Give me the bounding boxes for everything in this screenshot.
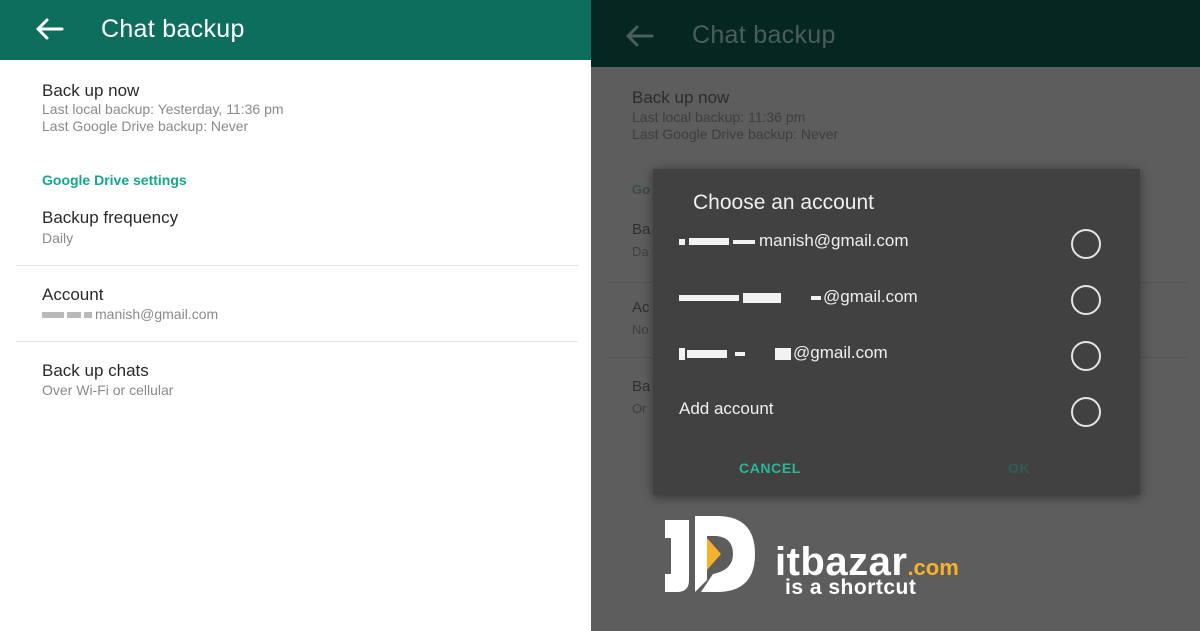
back-up-now-item[interactable]: Back up now Last local backup: Yesterday… xyxy=(0,60,578,160)
backup-frequency-item[interactable]: Backup frequency Daily xyxy=(0,196,578,264)
redacted-text xyxy=(67,312,81,319)
dialog-title: Choose an account xyxy=(693,191,874,214)
redacted-text xyxy=(84,312,92,319)
last-drive-backup-text: Last Google Drive backup: Never xyxy=(42,118,249,134)
itbazar-logo: itbazar.com is a shortcut xyxy=(663,516,1053,604)
redacted-text xyxy=(733,239,755,244)
last-local-backup-text: Last local backup: Yesterday, 11:36 pm xyxy=(42,101,284,117)
radio-button[interactable] xyxy=(1071,285,1101,315)
account-value-fragment: No xyxy=(632,322,649,337)
redacted-text xyxy=(743,292,781,303)
account-option[interactable]: manish@gmail.com xyxy=(653,217,1140,269)
backup-frequency-fragment: Ba xyxy=(632,221,651,238)
account-option-label: @gmail.com xyxy=(679,287,918,307)
last-local-backup-text: Last local backup: 11:36 pm xyxy=(632,109,806,125)
app-bar: Chat backup xyxy=(0,0,591,60)
chat-backup-screen: Chat backup Back up now Last local backu… xyxy=(0,0,591,631)
redacted-text xyxy=(679,294,739,301)
account-option-label: manish@gmail.com xyxy=(679,231,909,251)
chat-backup-dialog-screen: Chat backup Back up now Last local backu… xyxy=(591,0,1200,631)
arrow-left-icon[interactable] xyxy=(34,17,64,41)
back-up-now-label: Back up now xyxy=(42,81,140,100)
redacted-text xyxy=(42,312,64,319)
back-up-chats-item[interactable]: Back up chats Over Wi-Fi or cellular xyxy=(0,348,578,416)
back-up-chats-fragment: Ba xyxy=(632,378,651,395)
account-fragment: Ac xyxy=(632,299,650,316)
account-item[interactable]: Account manish@gmail.com xyxy=(0,272,578,340)
divider xyxy=(16,341,578,342)
redacted-text xyxy=(679,347,685,360)
redacted-text xyxy=(811,295,821,300)
logo-tagline: is a shortcut xyxy=(785,576,917,599)
account-value: manish@gmail.com xyxy=(42,306,218,322)
back-up-chats-value: Over Wi-Fi or cellular xyxy=(42,382,174,398)
back-up-chats-label: Back up chats xyxy=(42,361,149,380)
account-email: manish@gmail.com xyxy=(95,306,219,322)
account-option[interactable]: @gmail.com xyxy=(653,273,1140,325)
account-option[interactable]: @gmail.com xyxy=(653,329,1140,381)
radio-button[interactable] xyxy=(1071,229,1101,259)
add-account-option[interactable]: Add account xyxy=(653,385,1140,437)
ok-button[interactable]: OK xyxy=(1008,460,1030,476)
account-label: Account xyxy=(42,285,104,304)
backup-frequency-value: Daily xyxy=(42,230,74,246)
account-email: @gmail.com xyxy=(793,343,888,362)
google-drive-settings-header: Google Drive settings xyxy=(42,172,187,188)
redacted-text xyxy=(735,351,745,356)
choose-account-dialog: Choose an account manish@gmail.com @gmai… xyxy=(653,169,1140,495)
arrow-left-icon xyxy=(624,24,654,48)
add-account-label: Add account xyxy=(679,399,774,418)
account-option-label: @gmail.com xyxy=(679,343,888,363)
backup-frequency-value-fragment: Da xyxy=(632,244,649,259)
account-email: @gmail.com xyxy=(823,287,918,306)
cancel-button[interactable]: CANCEL xyxy=(739,460,801,476)
page-title: Chat backup xyxy=(101,15,245,43)
radio-button[interactable] xyxy=(1071,397,1101,427)
last-drive-backup-text: Last Google Drive backup: Never xyxy=(632,126,839,142)
back-up-now-label: Back up now xyxy=(632,88,730,107)
itbazar-logo-icon xyxy=(665,516,755,592)
redacted-text xyxy=(775,347,791,360)
app-bar-dimmed: Chat backup xyxy=(591,0,1200,67)
redacted-text xyxy=(687,349,727,358)
back-up-chats-value-fragment: Or xyxy=(632,401,647,416)
page-title: Chat backup xyxy=(692,21,836,49)
backup-frequency-label: Backup frequency xyxy=(42,208,179,227)
redacted-text xyxy=(679,238,685,245)
redacted-text xyxy=(689,238,729,246)
account-email: manish@gmail.com xyxy=(759,231,909,250)
divider xyxy=(16,265,578,266)
radio-button[interactable] xyxy=(1071,341,1101,371)
section-header-fragment: Go xyxy=(632,182,651,197)
